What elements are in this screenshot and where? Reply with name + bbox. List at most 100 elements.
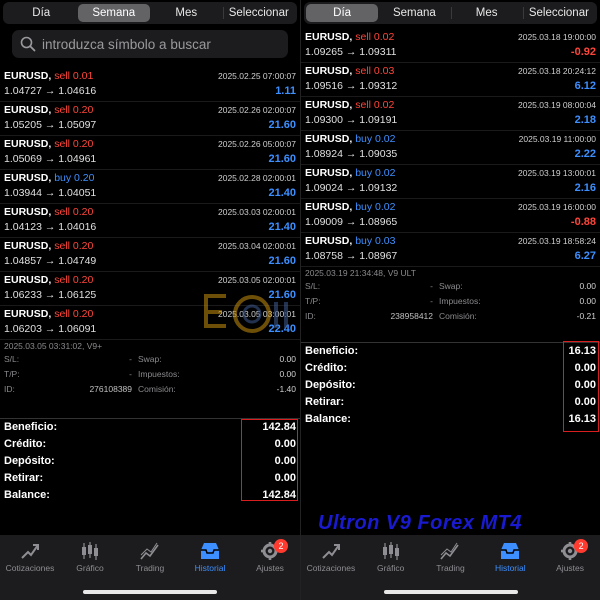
symbol-text: EURUSD, bbox=[4, 308, 52, 320]
trade-row[interactable]: EURUSD, buy 0.02 2025.03.19 16:00:00 1.090… bbox=[301, 199, 600, 233]
tab-gráfico[interactable]: Gráfico bbox=[361, 535, 421, 581]
details-timestamp: 2025.03.05 03:31:02, V9+ bbox=[4, 341, 103, 351]
details-row-id: ID: 238958412 Comisión: -0.21 bbox=[301, 309, 600, 324]
tab-month[interactable]: Mes bbox=[450, 4, 523, 22]
symbol-text: EURUSD, bbox=[4, 240, 52, 252]
trade-row[interactable]: EURUSD, sell 0.02 2025.03.18 19:00:00 1.09… bbox=[301, 29, 600, 63]
trade-prices: 1.04727 → 1.04616 bbox=[4, 85, 97, 97]
trade-row[interactable]: EURUSD, sell 0.20 2025.03.05 03:00:01 1.06… bbox=[0, 306, 300, 340]
tab-day[interactable]: Día bbox=[306, 4, 379, 22]
trade-row[interactable]: EURUSD, sell 0.02 2025.03.19 08:00:04 1.09… bbox=[301, 97, 600, 131]
trade-profit: 6.12 bbox=[574, 80, 596, 92]
tab-select[interactable]: Seleccionar bbox=[522, 4, 595, 22]
summary-value: 0.00 bbox=[274, 472, 296, 484]
trade-row[interactable]: EURUSD, buy 0.02 2025.03.19 11:00:00 1.089… bbox=[301, 131, 600, 165]
trade-details: 2025.03.05 03:31:02, V9+ S/L: - Swap: 0.… bbox=[0, 340, 300, 397]
summary-row: Beneficio: 16.13 bbox=[301, 343, 600, 360]
symbol-text: EURUSD, bbox=[4, 206, 52, 218]
trade-row[interactable]: EURUSD, buy 0.20 2025.02.28 02:00:01 1.039… bbox=[0, 170, 300, 204]
tab-week[interactable]: Semana bbox=[378, 4, 450, 22]
trade-side-lot: buy 0.02 bbox=[355, 133, 396, 145]
trade-prices: 1.09024 → 1.09132 bbox=[305, 182, 398, 194]
id-label: ID: bbox=[305, 311, 316, 321]
sl-value: - bbox=[430, 281, 433, 291]
trade-symbol: EURUSD, buy 0.03 bbox=[305, 235, 395, 247]
symbol-search-input[interactable]: introduzca símbolo a buscar bbox=[12, 30, 288, 58]
left-history-panel: Día Semana Mes Seleccionar introduzca sí… bbox=[0, 0, 300, 600]
trade-row[interactable]: EURUSD, sell 0.20 2025.03.03 02:00:01 1.04… bbox=[0, 204, 300, 238]
tab-month[interactable]: Mes bbox=[150, 4, 223, 22]
trade-details: 2025.03.19 21:34:48, V9 ULT S/L: - Swap:… bbox=[301, 267, 600, 324]
trade-prices: 1.09009 → 1.08965 bbox=[305, 216, 398, 228]
tab-week[interactable]: Semana bbox=[77, 4, 150, 22]
trade-prices: 1.09300 → 1.09191 bbox=[305, 114, 398, 126]
symbol-text: EURUSD, bbox=[4, 104, 52, 116]
tab-ajustes[interactable]: Ajustes 2 bbox=[540, 535, 600, 581]
summary-row: Crédito: 0.00 bbox=[0, 436, 300, 453]
trade-close-time: 2025.03.05 02:00:01 bbox=[218, 275, 296, 285]
trade-symbol: EURUSD, sell 0.02 bbox=[305, 99, 394, 111]
trade-profit: 21.60 bbox=[268, 289, 296, 301]
trade-symbol: EURUSD, buy 0.02 bbox=[305, 201, 395, 213]
details-row-sl: S/L: - Swap: 0.00 bbox=[0, 352, 300, 367]
trade-side-lot: buy 0.03 bbox=[355, 235, 396, 247]
trade-symbol: EURUSD, sell 0.03 bbox=[305, 65, 394, 77]
trade-row[interactable]: EURUSD, buy 0.03 2025.03.19 18:58:24 1.087… bbox=[301, 233, 600, 267]
tab-historial[interactable]: Historial bbox=[180, 535, 240, 581]
trade-symbol: EURUSD, sell 0.20 bbox=[4, 104, 93, 116]
home-indicator bbox=[83, 590, 217, 594]
trade-profit: 1.11 bbox=[275, 85, 296, 97]
tax-value: 0.00 bbox=[579, 296, 596, 306]
trade-row[interactable]: EURUSD, sell 0.20 2025.03.04 02:00:01 1.04… bbox=[0, 238, 300, 272]
trade-side-lot: buy 0.02 bbox=[355, 167, 396, 179]
tab-ajustes[interactable]: Ajustes 2 bbox=[240, 535, 300, 581]
summary-value: 0.00 bbox=[574, 362, 596, 374]
tab-trading[interactable]: Trading bbox=[421, 535, 481, 581]
summary-row: Depósito: 0.00 bbox=[0, 453, 300, 470]
swap-label: Swap: bbox=[439, 281, 463, 291]
tab-cotizaciones[interactable]: Cotizaciones bbox=[301, 535, 361, 581]
trade-close-time: 2025.02.26 05:00:07 bbox=[218, 139, 296, 149]
trade-symbol: EURUSD, buy 0.20 bbox=[4, 172, 94, 184]
tab-trading[interactable]: Trading bbox=[120, 535, 180, 581]
tab-historial[interactable]: Historial bbox=[480, 535, 540, 581]
trade-row[interactable]: EURUSD, sell 0.01 2025.02.25 07:00:07 1.04… bbox=[0, 68, 300, 102]
period-segmented-control: Día Semana Mes Seleccionar bbox=[304, 2, 597, 24]
details-timestamp: 2025.03.19 21:34:48, V9 ULT bbox=[305, 268, 416, 278]
trade-side-lot: sell 0.20 bbox=[54, 138, 94, 150]
id-value: 276108389 bbox=[89, 384, 132, 394]
summary-value: 16.13 bbox=[568, 345, 596, 357]
summary-label: Crédito: bbox=[305, 362, 348, 374]
tab-bar-items: Cotizaciones Gráfico Trading Historial Ajust… bbox=[0, 535, 300, 581]
tab-gráfico[interactable]: Gráfico bbox=[60, 535, 120, 581]
trade-side-lot: sell 0.20 bbox=[54, 274, 94, 286]
sl-label: S/L: bbox=[4, 354, 20, 364]
summary-value: 0.00 bbox=[274, 438, 296, 450]
trade-profit: 2.22 bbox=[574, 148, 596, 160]
tab-cotizaciones[interactable]: Cotizaciones bbox=[0, 535, 60, 581]
trade-close-time: 2025.03.03 02:00:01 bbox=[218, 207, 296, 217]
tab-bar-items: Cotizaciones Gráfico Trading Historial Ajust… bbox=[301, 535, 600, 581]
summary-value: 142.84 bbox=[262, 421, 296, 433]
summary-row: Balance: 142.84 bbox=[0, 487, 300, 504]
trade-row[interactable]: EURUSD, sell 0.20 2025.03.05 02:00:01 1.06… bbox=[0, 272, 300, 306]
tab-select[interactable]: Seleccionar bbox=[222, 4, 296, 22]
sl-label: S/L: bbox=[305, 281, 321, 291]
tab-label: Trading bbox=[436, 563, 465, 573]
tab-day[interactable]: Día bbox=[5, 4, 78, 22]
chart-icon bbox=[79, 541, 101, 561]
trade-row[interactable]: EURUSD, sell 0.20 2025.02.26 05:00:07 1.05… bbox=[0, 136, 300, 170]
trade-row[interactable]: EURUSD, sell 0.03 2025.03.18 20:24:12 1.09… bbox=[301, 63, 600, 97]
quotes-icon bbox=[320, 541, 342, 561]
right-history-panel: Día Semana Mes Seleccionar EURUSD, sell … bbox=[300, 0, 600, 600]
trade-prices: 1.06233 → 1.06125 bbox=[4, 289, 97, 301]
trade-symbol: EURUSD, sell 0.02 bbox=[305, 31, 394, 43]
trade-profit: 2.16 bbox=[574, 182, 596, 194]
swap-label: Swap: bbox=[138, 354, 162, 364]
summary-row: Retirar: 0.00 bbox=[0, 470, 300, 487]
bottom-tab-bar: Cotizaciones Gráfico Trading Historial Ajust… bbox=[301, 535, 600, 600]
swap-value: 0.00 bbox=[279, 354, 296, 364]
trade-row[interactable]: EURUSD, buy 0.02 2025.03.19 13:00:01 1.090… bbox=[301, 165, 600, 199]
account-summary: Beneficio: 16.13 Crédito: 0.00 Depósito: 0.00… bbox=[301, 341, 600, 432]
trade-row[interactable]: EURUSD, sell 0.20 2025.02.26 02:00:07 1.05… bbox=[0, 102, 300, 136]
